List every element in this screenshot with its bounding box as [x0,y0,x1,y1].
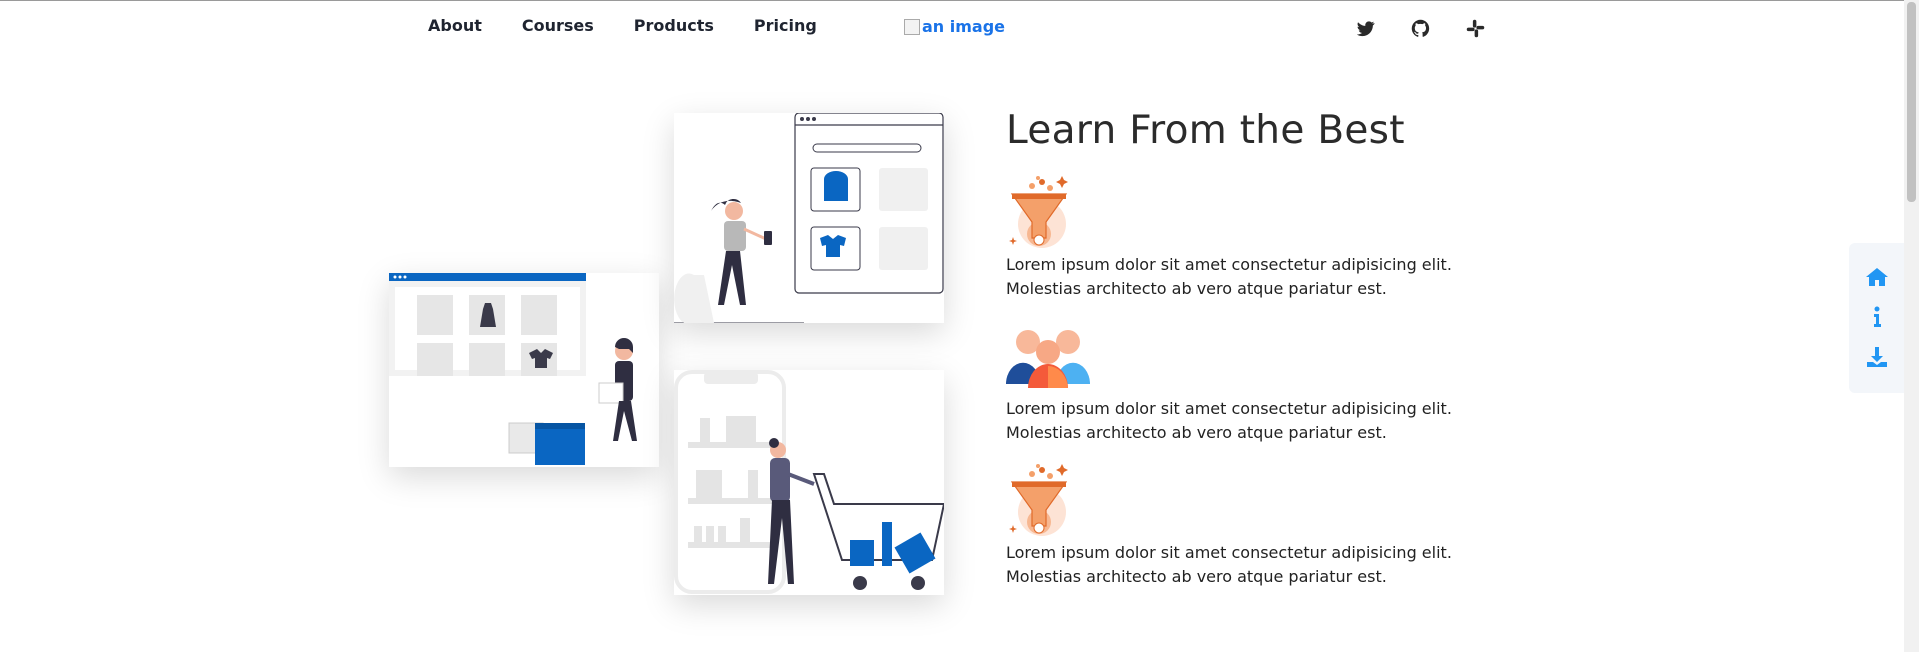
logo-alt-text: an image [922,17,1006,36]
scrollbar[interactable] [1904,0,1919,652]
nav-courses[interactable]: Courses [522,16,594,35]
feature-text-1: Lorem ipsum dolor sit amet consectetur a… [1006,253,1486,301]
home-icon[interactable] [1865,265,1889,289]
section-title: Learn From the Best [1006,108,1405,153]
feature-2-line-1: Lorem ipsum dolor sit amet consectetur a… [1006,399,1452,418]
top-border [0,0,1919,1]
funnel-icon [1006,174,1072,257]
github-icon[interactable] [1410,18,1431,39]
illustration-shopping-cart [674,370,944,595]
broken-image-icon [904,18,920,35]
feature-text-3: Lorem ipsum dolor sit amet consectetur a… [1006,541,1486,589]
illustration-shop-shelf [389,273,659,467]
nav-about[interactable]: About [428,16,482,35]
illustration-online-shopping [674,113,944,323]
social-links [1355,18,1486,39]
feature-text-2: Lorem ipsum dolor sit amet consectetur a… [1006,397,1486,445]
feature-3-line-1: Lorem ipsum dolor sit amet consectetur a… [1006,543,1452,562]
main-nav: About Courses Products Pricing [428,16,857,35]
funnel-icon [1006,462,1072,545]
feature-1-line-1: Lorem ipsum dolor sit amet consectetur a… [1006,255,1452,274]
info-icon[interactable] [1865,305,1889,329]
team-icon [1006,328,1090,393]
download-icon[interactable] [1865,345,1889,369]
feature-2-line-2: Molestias architecto ab vero atque paria… [1006,423,1387,442]
nav-products[interactable]: Products [634,16,714,35]
scrollbar-thumb[interactable] [1907,2,1916,202]
feature-1-line-2: Molestias architecto ab vero atque paria… [1006,279,1387,298]
feature-3-line-2: Molestias architecto ab vero atque paria… [1006,567,1387,586]
floating-sidebar [1849,243,1904,393]
twitter-icon[interactable] [1355,18,1376,39]
logo-image[interactable]: an image [904,17,1005,36]
slack-icon[interactable] [1465,18,1486,39]
nav-pricing[interactable]: Pricing [754,16,817,35]
